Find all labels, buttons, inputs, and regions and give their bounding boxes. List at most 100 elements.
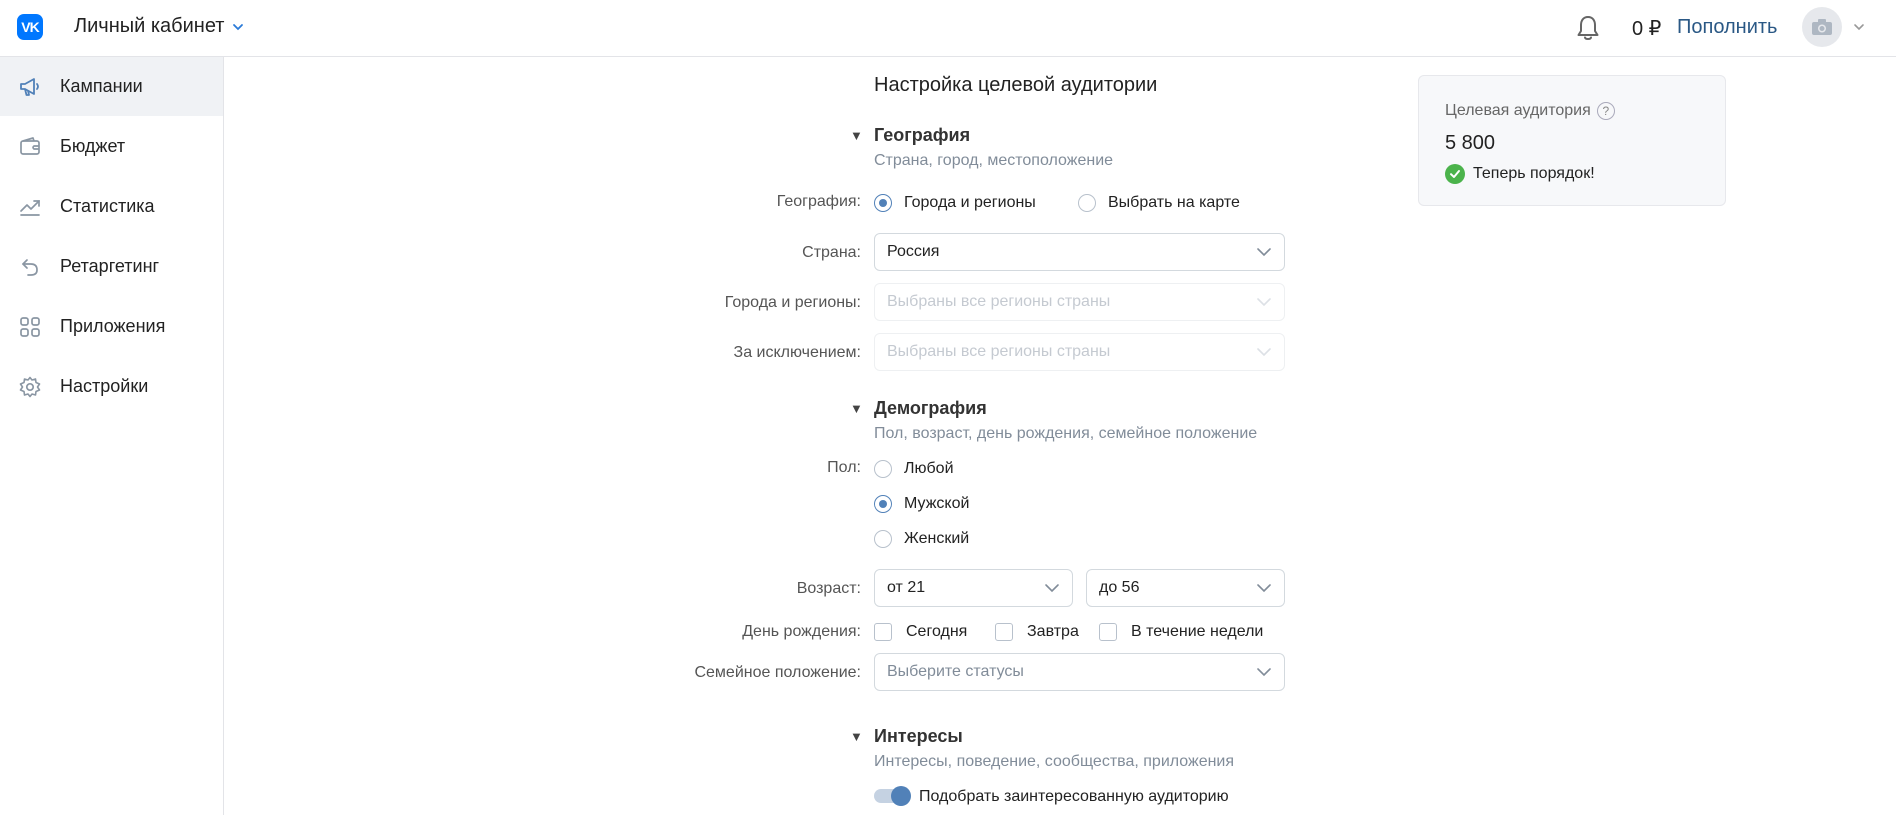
country-select-value: Россия — [887, 243, 940, 260]
family-status-select[interactable]: Выберите статусы — [874, 653, 1285, 691]
family-status-placeholder: Выберите статусы — [887, 663, 1024, 680]
chevron-down-icon — [1257, 348, 1271, 357]
collapse-arrow-icon[interactable]: ▼ — [850, 128, 863, 143]
audience-count: 5 800 — [1445, 132, 1496, 154]
sidebar-item-label: Бюджет — [60, 136, 126, 156]
radio-checked-icon — [874, 194, 892, 212]
sidebar-item-apps[interactable]: Приложения — [0, 297, 223, 356]
sidebar-item-settings[interactable]: Настройки — [0, 357, 223, 416]
audience-status-text: Теперь порядок! — [1473, 165, 1595, 182]
sidebar: Кампании Бюджет Статистика Ретаргетинг П… — [0, 57, 224, 815]
checkbox-unchecked-icon — [874, 623, 892, 641]
section-subtitle-demography: Пол, возраст, день рождения, семейное по… — [874, 425, 1258, 442]
label-birthday: День рождения: — [742, 623, 861, 640]
age-to-select[interactable]: до 56 — [1086, 569, 1285, 607]
avatar[interactable] — [1802, 7, 1842, 47]
radio-choose-on-map[interactable]: Выбрать на карте — [1078, 194, 1240, 212]
collapse-arrow-icon[interactable]: ▼ — [850, 401, 863, 416]
age-to-value: до 56 — [1099, 579, 1140, 596]
toggle-label: Подобрать заинтересованную аудиторию — [919, 788, 1229, 805]
age-from-select[interactable]: от 21 — [874, 569, 1073, 607]
interested-audience-toggle[interactable] — [874, 786, 911, 806]
retarget-arrow-icon — [22, 258, 38, 276]
section-subtitle-interests: Интересы, поведение, сообщества, приложе… — [874, 753, 1235, 770]
target-audience-card: Целевая аудитория ? 5 800 Теперь порядок… — [1418, 75, 1726, 206]
checkbox-label: Завтра — [1027, 623, 1079, 640]
label-gender: Пол: — [827, 459, 861, 476]
checkbox-unchecked-icon — [1099, 623, 1117, 641]
sidebar-item-label: Приложения — [60, 316, 166, 336]
radio-label: Женский — [904, 530, 970, 547]
country-select[interactable]: Россия — [874, 233, 1285, 271]
sidebar-item-label: Ретаргетинг — [60, 256, 160, 276]
collapse-arrow-icon[interactable]: ▼ — [850, 729, 863, 744]
cities-regions-placeholder: Выбраны все регионы страны — [887, 293, 1111, 310]
sidebar-item-statistics[interactable]: Статистика — [0, 177, 223, 236]
radio-label: Мужской — [904, 495, 970, 512]
avatar-chevron-down-icon[interactable] — [1853, 22, 1865, 32]
sidebar-item-label: Настройки — [60, 376, 149, 396]
cities-regions-select: Выбраны все регионы страны — [874, 283, 1285, 321]
age-from-value: от 21 — [887, 579, 926, 596]
checkbox-bday-today[interactable]: Сегодня — [874, 623, 967, 641]
sidebar-item-retargeting[interactable]: Ретаргетинг — [0, 237, 223, 296]
cabinet-switcher[interactable]: Личный кабинет — [74, 15, 244, 38]
chevron-down-icon — [233, 23, 244, 30]
audience-card-title: Целевая аудитория — [1445, 102, 1591, 119]
radio-unchecked-icon — [874, 530, 892, 548]
camera-icon — [1812, 19, 1832, 35]
section-title-geography[interactable]: География — [874, 125, 970, 146]
radio-gender-any[interactable]: Любой — [874, 460, 954, 478]
section-subtitle-geography: Страна, город, местоположение — [874, 152, 1114, 169]
check-circle-icon — [1445, 164, 1465, 184]
radio-label: Любой — [904, 460, 954, 477]
except-regions-placeholder: Выбраны все регионы страны — [887, 343, 1111, 360]
sidebar-item-label: Статистика — [60, 196, 155, 216]
page-title: Настройка целевой аудитории — [874, 74, 1158, 96]
checkbox-label: В течение недели — [1131, 623, 1264, 640]
label-cities-regions: Города и регионы: — [724, 294, 861, 311]
help-icon[interactable]: ? — [1596, 102, 1615, 120]
cabinet-label: Личный кабинет — [74, 15, 225, 37]
toggle-knob — [891, 786, 911, 806]
radio-label: Города и регионы — [904, 194, 1036, 211]
except-regions-select: Выбраны все регионы страны — [874, 333, 1285, 371]
topup-link[interactable]: Пополнить — [1677, 16, 1777, 39]
radio-unchecked-icon — [874, 460, 892, 478]
radio-checked-icon — [874, 495, 892, 513]
label-country: Страна: — [802, 244, 861, 261]
chevron-down-icon — [1257, 668, 1271, 677]
radio-unchecked-icon — [1078, 194, 1096, 212]
label-family-status: Семейное положение: — [694, 664, 861, 681]
checkbox-bday-tomorrow[interactable]: Завтра — [995, 623, 1079, 641]
wallet-icon — [20, 136, 40, 155]
audience-status: Теперь порядок! — [1445, 164, 1595, 184]
chevron-down-icon — [1045, 584, 1059, 593]
bell-icon[interactable] — [1575, 14, 1601, 42]
label-age: Возраст: — [796, 580, 861, 597]
checkbox-unchecked-icon — [995, 623, 1013, 641]
label-except: За исключением: — [733, 344, 861, 361]
apps-grid-icon — [20, 316, 40, 337]
radio-cities-regions[interactable]: Города и регионы — [874, 194, 1036, 212]
sidebar-item-label: Кампании — [60, 76, 143, 96]
audience-card-header: Целевая аудитория ? — [1445, 102, 1615, 120]
section-title-demography[interactable]: Демография — [874, 398, 987, 419]
chart-line-icon — [20, 199, 40, 216]
section-title-interests[interactable]: Интересы — [874, 726, 963, 747]
top-header: VK Личный кабинет 0 ₽ Пополнить — [0, 0, 1896, 57]
radio-gender-female[interactable]: Женский — [874, 530, 969, 548]
label-geography: География: — [776, 193, 861, 210]
vk-logo-icon[interactable]: VK — [17, 14, 43, 40]
sidebar-item-campaigns[interactable]: Кампании — [0, 57, 223, 116]
chevron-down-icon — [1257, 584, 1271, 593]
radio-label: Выбрать на карте — [1108, 194, 1240, 211]
sidebar-item-budget[interactable]: Бюджет — [0, 117, 223, 176]
radio-gender-male[interactable]: Мужской — [874, 495, 969, 513]
checkbox-bday-week[interactable]: В течение недели — [1099, 623, 1263, 641]
megaphone-icon — [20, 77, 39, 96]
chevron-down-icon — [1257, 298, 1271, 307]
gear-icon — [19, 376, 41, 397]
checkbox-label: Сегодня — [906, 623, 968, 640]
chevron-down-icon — [1257, 248, 1271, 257]
